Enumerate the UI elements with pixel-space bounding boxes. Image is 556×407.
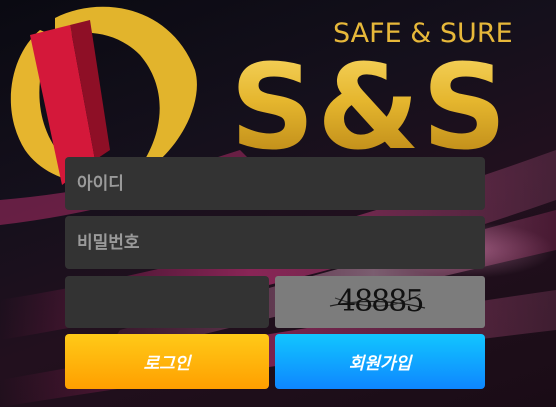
signup-button-label: 회원가입	[348, 354, 412, 374]
captcha-code: 48885	[337, 284, 424, 319]
password-input[interactable]	[65, 216, 485, 269]
signup-button[interactable]: 회원가입	[275, 334, 485, 389]
login-screen: SAFE & SURE S&S 48885 로그인 회원가입	[0, 0, 556, 407]
username-input[interactable]	[65, 157, 485, 210]
captcha-input[interactable]	[65, 276, 269, 328]
captcha-image: 48885	[275, 276, 485, 328]
brand-name: S&S	[230, 38, 509, 176]
login-button-label: 로그인	[143, 354, 191, 374]
login-button[interactable]: 로그인	[65, 334, 269, 389]
